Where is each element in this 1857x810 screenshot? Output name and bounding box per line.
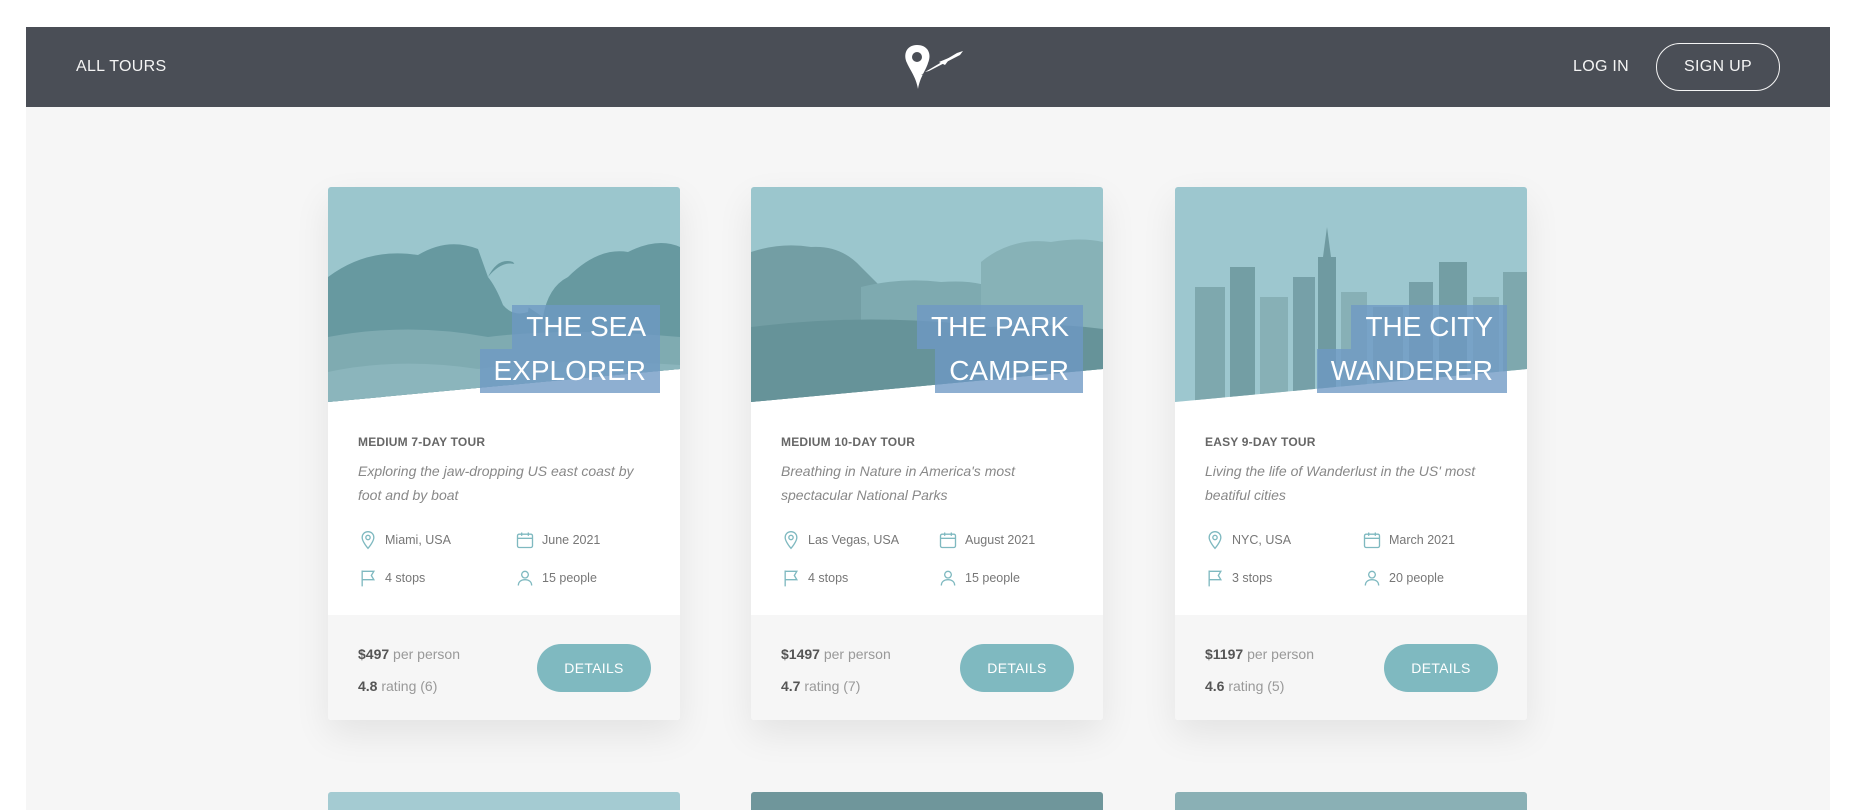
card-title: THE CITY WANDERER: [1316, 305, 1507, 393]
rating-suffix: rating (5): [1228, 678, 1285, 694]
calendar-icon: [516, 532, 534, 549]
card-stops: 4 stops: [358, 568, 425, 588]
tour-card: THE CITY WANDERER EASY 9-DAY TOUR Living…: [1175, 187, 1527, 720]
rating-suffix: rating (7): [804, 678, 861, 694]
location-text: Las Vegas, USA: [808, 533, 900, 547]
card-title-line1: THE CITY: [1351, 305, 1507, 349]
tour-card-partial: [1175, 792, 1527, 810]
all-tours-link[interactable]: ALL TOURS: [76, 27, 166, 107]
card-footer: $497 per person 4.8 rating (6) DETAILS: [328, 615, 680, 720]
page-frame: ALL TOURS LOG IN SIGN UP THE SEA EXPLORE…: [26, 27, 1830, 810]
card-title-line2: WANDERER: [1316, 349, 1507, 393]
card-date: June 2021: [515, 530, 600, 550]
card-title-line1: THE SEA: [512, 305, 660, 349]
rating-value: 4.8: [358, 678, 378, 694]
location-pin-plane-logo-icon[interactable]: [899, 41, 967, 93]
map-pin-icon: [1208, 530, 1222, 550]
user-icon: [1364, 570, 1380, 586]
card-location: Las Vegas, USA: [781, 530, 899, 550]
card-stops: 4 stops: [781, 568, 848, 588]
card-footer: $1497 per person 4.7 rating (7) DETAILS: [751, 615, 1103, 720]
card-date: March 2021: [1362, 530, 1455, 550]
card-header: THE PARK CAMPER: [751, 187, 1103, 402]
user-icon: [940, 570, 956, 586]
date-text: August 2021: [965, 533, 1036, 547]
location-text: NYC, USA: [1232, 533, 1292, 547]
card-description: Breathing in Nature in America's most sp…: [781, 463, 1016, 503]
card-title-line2: CAMPER: [935, 349, 1083, 393]
flag-icon: [784, 570, 799, 587]
price-value: $1197: [1205, 646, 1244, 662]
tour-card-partial: [751, 792, 1103, 810]
flag-icon: [361, 570, 376, 587]
stops-text: 3 stops: [1232, 571, 1273, 585]
map-pin-icon: [361, 530, 375, 550]
rating-line: 4.7 rating (7): [781, 678, 860, 694]
tour-card: THE PARK CAMPER MEDIUM 10-DAY TOUR Breat…: [751, 187, 1103, 720]
stops-text: 4 stops: [808, 571, 849, 585]
price-suffix: per person: [393, 646, 460, 662]
calendar-icon: [1363, 532, 1381, 549]
sign-up-button[interactable]: SIGN UP: [1656, 43, 1780, 91]
stops-text: 4 stops: [385, 571, 426, 585]
card-location: NYC, USA: [1205, 530, 1291, 550]
people-text: 15 people: [542, 571, 597, 585]
card-subheading: MEDIUM 7-DAY TOUR: [358, 435, 486, 449]
price-line: $1497 per person: [781, 646, 891, 662]
user-icon: [517, 570, 533, 586]
card-stops: 3 stops: [1205, 568, 1272, 588]
details-button[interactable]: DETAILS: [1384, 644, 1498, 692]
card-header: THE CITY WANDERER: [1175, 187, 1527, 402]
price-value: $497: [358, 646, 390, 662]
card-title: THE SEA EXPLORER: [479, 305, 660, 393]
card-subheading: EASY 9-DAY TOUR: [1205, 435, 1316, 449]
details-button[interactable]: DETAILS: [960, 644, 1074, 692]
rating-suffix: rating (6): [381, 678, 438, 694]
site-header: ALL TOURS LOG IN SIGN UP: [26, 27, 1830, 107]
card-people: 15 people: [515, 568, 597, 588]
price-suffix: per person: [1247, 646, 1314, 662]
price-line: $497 per person: [358, 646, 460, 662]
tour-card: THE SEA EXPLORER MEDIUM 7-DAY TOUR Explo…: [328, 187, 680, 720]
card-people: 15 people: [938, 568, 1020, 588]
tour-card-partial: [328, 792, 680, 810]
map-pin-icon: [784, 530, 798, 550]
price-line: $1197 per person: [1205, 646, 1314, 662]
card-title: THE PARK CAMPER: [917, 305, 1083, 393]
price-suffix: per person: [823, 646, 891, 662]
card-description: Living the life of Wanderlust in the US'…: [1205, 463, 1476, 503]
card-people: 20 people: [1362, 568, 1444, 588]
rating-value: 4.7: [781, 678, 801, 694]
rating-line: 4.6 rating (5): [1205, 678, 1284, 694]
card-title-line2: EXPLORER: [479, 349, 660, 393]
date-text: March 2021: [1389, 533, 1456, 547]
card-title-line1: THE PARK: [917, 305, 1083, 349]
people-text: 15 people: [965, 571, 1020, 585]
card-footer: $1197 per person 4.6 rating (5) DETAILS: [1175, 615, 1527, 720]
location-text: Miami, USA: [385, 533, 451, 547]
calendar-icon: [939, 532, 957, 549]
card-subheading: MEDIUM 10-DAY TOUR: [781, 435, 916, 449]
card-location: Miami, USA: [358, 530, 451, 550]
flag-icon: [1208, 570, 1223, 587]
card-header: THE SEA EXPLORER: [328, 187, 680, 402]
rating-value: 4.6: [1205, 678, 1225, 694]
card-date: August 2021: [938, 530, 1035, 550]
price-value: $1497: [781, 646, 820, 662]
log-in-link[interactable]: LOG IN: [1573, 27, 1629, 107]
card-description: Exploring the jaw-dropping US east coast…: [358, 463, 634, 503]
details-button[interactable]: DETAILS: [537, 644, 651, 692]
date-text: June 2021: [542, 533, 601, 547]
rating-line: 4.8 rating (6): [358, 678, 437, 694]
people-text: 20 people: [1389, 571, 1444, 585]
